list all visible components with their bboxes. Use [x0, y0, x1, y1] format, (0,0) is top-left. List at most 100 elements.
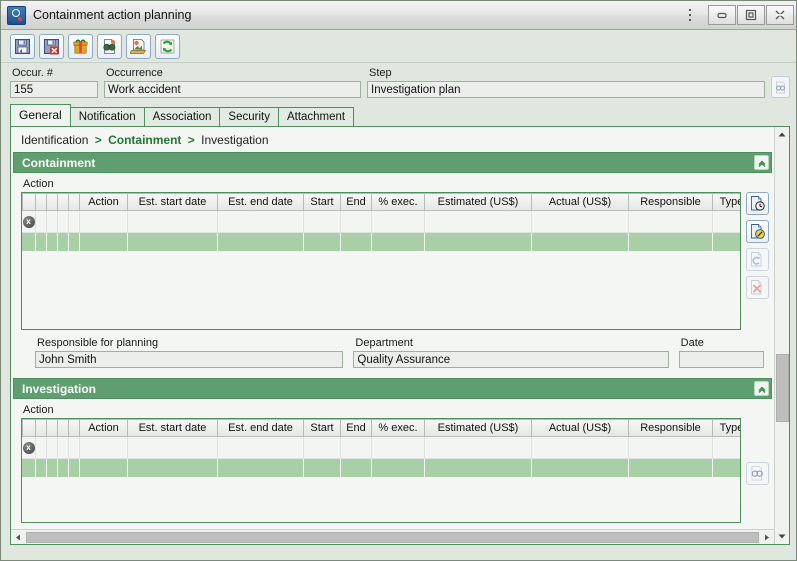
column-header-exec[interactable]: % exec. [372, 193, 425, 211]
table-cell[interactable] [128, 211, 218, 233]
column-header-exec[interactable]: % exec. [372, 419, 425, 437]
table-cell[interactable] [36, 437, 47, 459]
horizontal-scroll-thumb[interactable] [26, 531, 759, 543]
occurrence-input[interactable]: Work accident [104, 81, 361, 98]
scroll-right-button[interactable] [759, 530, 774, 545]
package-button[interactable] [68, 33, 93, 59]
column-header-blank-0[interactable] [22, 419, 36, 437]
column-header-est-end-date[interactable]: Est. end date [218, 419, 304, 437]
column-header-est-end-date[interactable]: Est. end date [218, 193, 304, 211]
tab-notification[interactable]: Notification [69, 107, 145, 126]
table-cell[interactable] [304, 459, 341, 477]
column-header-blank-1[interactable] [36, 419, 47, 437]
table-cell[interactable] [304, 437, 341, 459]
column-header-end[interactable]: End [341, 419, 372, 437]
table-cell[interactable] [218, 459, 304, 477]
table-cell[interactable] [629, 437, 713, 459]
column-header-responsible[interactable]: Responsible [629, 419, 713, 437]
table-cell[interactable] [341, 437, 372, 459]
table-cell[interactable] [58, 233, 69, 251]
column-header-blank-4[interactable] [69, 193, 80, 211]
column-header-actual-us[interactable]: Actual (US$) [532, 193, 629, 211]
table-cell[interactable] [218, 437, 304, 459]
table-cell[interactable] [69, 211, 80, 233]
table-cell[interactable] [80, 459, 128, 477]
table-row[interactable] [22, 233, 740, 251]
table-cell[interactable] [47, 211, 58, 233]
scroll-left-button[interactable] [11, 530, 26, 545]
table-cell[interactable] [341, 233, 372, 251]
table-cell[interactable] [629, 233, 713, 251]
table-cell[interactable] [36, 459, 47, 477]
column-header-blank-4[interactable] [69, 419, 80, 437]
column-header-type[interactable]: Type [713, 419, 740, 437]
table-cell[interactable] [58, 211, 69, 233]
step-input[interactable]: Investigation plan [367, 81, 765, 98]
table-cell[interactable] [47, 437, 58, 459]
table-cell[interactable] [713, 437, 740, 459]
table-cell[interactable] [372, 233, 425, 251]
column-header-blank-0[interactable] [22, 193, 36, 211]
table-cell[interactable] [341, 211, 372, 233]
table-cell[interactable]: x [22, 211, 36, 233]
table-row[interactable] [22, 459, 740, 477]
table-cell[interactable] [341, 459, 372, 477]
scroll-down-button[interactable] [775, 529, 790, 544]
table-cell[interactable] [36, 233, 47, 251]
column-header-blank-2[interactable] [47, 419, 58, 437]
table-cell[interactable] [532, 437, 629, 459]
responsible-for-planning-input[interactable]: John Smith [35, 351, 344, 368]
column-header-end[interactable]: End [341, 193, 372, 211]
find-button[interactable] [97, 33, 122, 59]
column-header-blank-2[interactable] [47, 193, 58, 211]
column-header-estimated-us[interactable]: Estimated (US$) [425, 193, 532, 211]
table-cell[interactable] [22, 233, 36, 251]
minimize-button[interactable] [708, 5, 736, 25]
column-header-blank-3[interactable] [58, 193, 69, 211]
table-cell[interactable] [532, 211, 629, 233]
table-cell[interactable]: x [22, 437, 36, 459]
table-cell[interactable] [372, 211, 425, 233]
kebab-menu-icon[interactable] [679, 3, 701, 27]
breadcrumb-item-investigation[interactable]: Investigation [201, 133, 268, 147]
occurrence-number-input[interactable]: 155 [10, 81, 98, 98]
table-cell[interactable] [532, 233, 629, 251]
table-row[interactable]: x [22, 437, 740, 459]
table-cell[interactable] [372, 437, 425, 459]
table-cell[interactable] [425, 437, 532, 459]
table-cell[interactable] [69, 233, 80, 251]
print-button[interactable] [126, 33, 151, 59]
table-cell[interactable] [128, 459, 218, 477]
horizontal-scrollbar[interactable] [11, 529, 774, 544]
column-header-actual-us[interactable]: Actual (US$) [532, 419, 629, 437]
column-header-action[interactable]: Action [80, 419, 128, 437]
table-cell[interactable] [128, 437, 218, 459]
containment-action-grid[interactable]: Action Est. start date Est. end date Start E… [21, 192, 741, 330]
column-header-start[interactable]: Start [304, 193, 341, 211]
scroll-up-button[interactable] [775, 127, 790, 142]
vertical-scroll-track[interactable] [775, 142, 790, 529]
table-cell[interactable] [218, 211, 304, 233]
table-cell[interactable] [80, 211, 128, 233]
table-cell[interactable] [713, 459, 740, 477]
breadcrumb-item-identification[interactable]: Identification [21, 133, 88, 147]
table-cell[interactable] [372, 459, 425, 477]
table-cell[interactable] [80, 233, 128, 251]
tab-security[interactable]: Security [219, 107, 279, 126]
tab-general[interactable]: General [10, 104, 71, 126]
column-header-responsible[interactable]: Responsible [629, 193, 713, 211]
table-cell[interactable] [304, 211, 341, 233]
collapse-investigation-button[interactable] [754, 381, 769, 396]
maximize-button[interactable] [737, 5, 765, 25]
column-header-est-start-date[interactable]: Est. start date [128, 419, 218, 437]
table-cell[interactable] [69, 437, 80, 459]
tab-attachment[interactable]: Attachment [277, 107, 355, 126]
table-cell[interactable] [629, 459, 713, 477]
new-action-button[interactable] [746, 192, 769, 215]
close-button[interactable] [766, 5, 794, 25]
horizontal-scroll-track[interactable] [26, 531, 759, 544]
column-header-blank-3[interactable] [58, 419, 69, 437]
table-cell[interactable] [80, 437, 128, 459]
column-header-start[interactable]: Start [304, 419, 341, 437]
table-cell[interactable] [425, 459, 532, 477]
